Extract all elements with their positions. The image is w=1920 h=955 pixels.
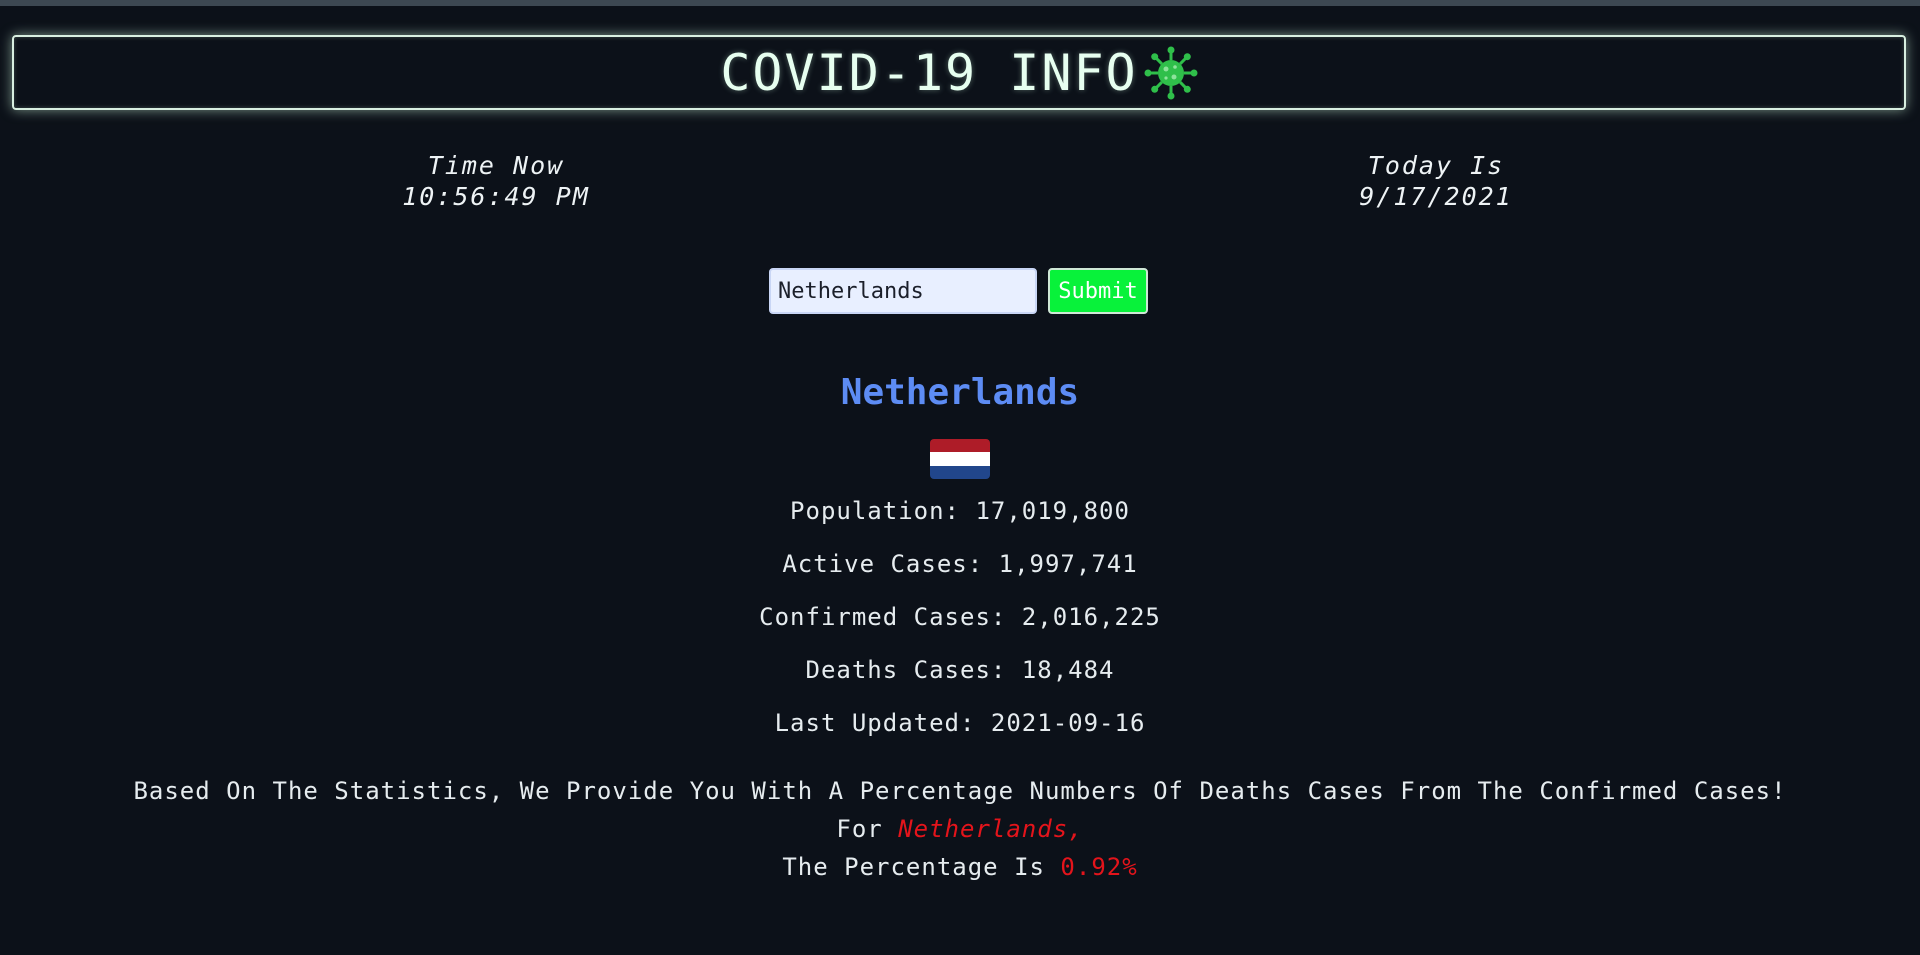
page-title: COVID-19 INFO: [720, 43, 1138, 102]
death-percentage-summary: Based On The Statistics, We Provide You …: [0, 772, 1920, 886]
summary-intro-text: Based On The Statistics, We Provide You …: [133, 777, 1787, 805]
summary-percentage-value: 0.92%: [1060, 853, 1138, 881]
country-search-form: Submit: [769, 268, 1148, 314]
flag-stripe-white: [930, 452, 990, 466]
today-label: Today Is: [1367, 151, 1505, 180]
summary-country-name: Netherlands,: [898, 815, 1084, 843]
stat-population: Population: 17,019,800: [790, 497, 1130, 525]
today-panel: Today Is 9/17/2021: [1236, 150, 1636, 212]
time-now-label: Time Now: [427, 151, 565, 180]
virus-icon: [1144, 46, 1198, 99]
time-now-panel: Time Now 10:56:49 PM: [296, 150, 696, 212]
summary-country-line: For Netherlands,: [0, 810, 1920, 848]
country-name-heading: Netherlands: [840, 372, 1080, 413]
netherlands-flag-icon: [930, 439, 990, 479]
page-header: COVID-19 INFO: [12, 35, 1906, 110]
page-title-wrap: COVID-19 INFO: [720, 43, 1198, 102]
flag-stripe-red: [930, 439, 990, 453]
country-search-input[interactable]: [769, 268, 1037, 314]
stat-last-updated: Last Updated: 2021-09-16: [774, 709, 1146, 737]
stat-deaths-cases: Deaths Cases: 18,484: [805, 656, 1115, 684]
time-now-value: 10:56:49 PM: [402, 182, 590, 211]
stats-list: Population: 17,019,800 Active Cases: 1,9…: [0, 490, 1920, 755]
flag-stripe-blue: [930, 465, 990, 479]
window-top-strip: [0, 0, 1920, 6]
stat-confirmed-cases: Confirmed Cases: 2,016,225: [759, 603, 1161, 631]
summary-percentage-label: The Percentage Is: [782, 853, 1061, 881]
stat-active-cases: Active Cases: 1,997,741: [782, 550, 1138, 578]
summary-percentage-line: The Percentage Is 0.92%: [0, 848, 1920, 886]
summary-for-label: For: [836, 815, 899, 843]
submit-button[interactable]: Submit: [1048, 268, 1148, 314]
today-value: 9/17/2021: [1359, 182, 1513, 211]
